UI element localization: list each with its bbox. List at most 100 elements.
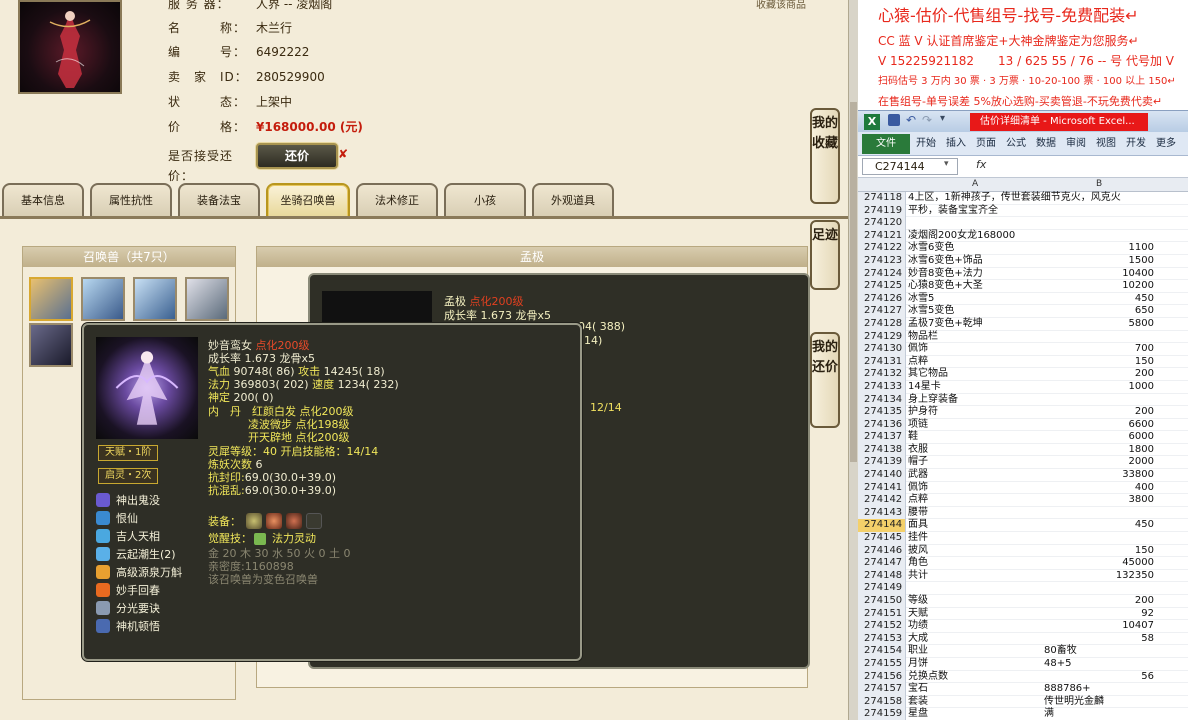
cell-a[interactable]: 帽子 [908,456,928,469]
row-number[interactable]: 274133 [858,380,906,394]
cell-a[interactable]: 角色 [908,557,928,570]
row-number[interactable]: 274128 [858,317,906,331]
cell-b[interactable]: 33800 [1044,469,1154,482]
cell-b[interactable]: 10400 [1044,268,1154,281]
sheet-row[interactable]: 274144 面具 450 [858,519,1188,533]
counter-offer-button[interactable]: 还价 [256,143,338,169]
cell-a[interactable]: 鞋 [908,431,918,444]
name-box-dropdown-icon[interactable]: ▾ [944,159,949,169]
sheet-row[interactable]: 274145 挂件 [858,532,1188,545]
row-number[interactable]: 274146 [858,544,906,558]
tab-children[interactable]: 小孩 [444,183,526,217]
row-number[interactable]: 274145 [858,532,906,545]
row-number[interactable]: 274122 [858,242,906,255]
cell-b[interactable]: 92 [1044,608,1154,621]
row-number[interactable]: 274140 [858,469,906,482]
cell-a[interactable]: 武器 [908,469,928,482]
equip-item-2-icon[interactable] [266,513,282,529]
row-number[interactable]: 274148 [858,569,906,583]
sheet-row[interactable]: 274157 宝石 888786+ [858,683,1188,696]
row-number[interactable]: 274132 [858,368,906,381]
cell-b[interactable]: 200 [1044,595,1154,608]
sheet-row[interactable]: 274135 护身符 200 [858,406,1188,419]
sheet-row[interactable]: 274154 职业 80畜牧 [858,645,1188,658]
sheet-row[interactable]: 274132 其它物品 200 [858,368,1188,381]
page-scrollbar-thumb[interactable] [850,102,857,462]
tab-equipment[interactable]: 装备法宝 [178,183,260,217]
row-number[interactable]: 274147 [858,557,906,570]
sheet-row[interactable]: 274130 佩饰 700 [858,343,1188,356]
cell-a[interactable]: 妙音8变色+法力 [908,268,983,281]
row-number[interactable]: 274134 [858,393,906,407]
sheet-row[interactable]: 274119 平秒，装备宝宝齐全 [858,204,1188,218]
tab-mounts-pets[interactable]: 坐骑召唤兽 [266,183,350,217]
sheet-row[interactable]: 274133 14星卡 1000 [858,380,1188,394]
sheet-row[interactable]: 274142 点粹 3800 [858,494,1188,507]
cell-a[interactable]: 衣服 [908,444,928,457]
cell-b[interactable]: 6000 [1044,431,1154,444]
sheet-row[interactable]: 274125 心猿8变色+大圣 10200 [858,280,1188,293]
cell-b[interactable]: 150 [1044,545,1154,558]
ribbon-tab-page[interactable]: 页面 [976,135,996,153]
cell-a[interactable]: 功绩 [908,620,928,633]
cell-b[interactable]: 200 [1044,406,1154,419]
cell-a[interactable]: 护身符 [908,406,938,419]
ribbon-tab-file[interactable]: 文件 [862,134,910,154]
cell-a[interactable]: 面具 [908,519,928,532]
cell-b[interactable]: 700 [1044,343,1154,356]
sheet-row[interactable]: 274141 佩饰 400 [858,481,1188,495]
sheet-row[interactable]: 274159 星盘 满 [858,708,1188,720]
row-number[interactable]: 274136 [858,418,906,432]
row-number[interactable]: 274157 [858,683,906,696]
row-number[interactable]: 274127 [858,305,906,318]
cell-a[interactable]: 佩饰 [908,343,928,356]
sheet-row[interactable]: 274128 孟极7变色+乾坤 5800 [858,317,1188,331]
row-number[interactable]: 274129 [858,330,906,344]
tab-attributes[interactable]: 属性抗性 [90,183,172,217]
cell-a[interactable]: 平秒，装备宝宝齐全 [908,205,998,218]
cell-a[interactable]: 点粹 [908,356,928,369]
cell-a[interactable]: 宝石 [908,683,928,696]
redo-icon[interactable]: ↷ [922,113,932,127]
cell-a[interactable]: 大成 [908,633,928,646]
row-number[interactable]: 274118 [858,192,906,205]
cell-b[interactable]: 58 [1044,633,1154,646]
sheet-row[interactable]: 274156 兑换点数 56 [858,670,1188,684]
tab-spell-mods[interactable]: 法术修正 [356,183,438,217]
cell-b[interactable]: 56 [1044,671,1154,684]
pet-thumb-5[interactable] [29,323,73,367]
cell-a[interactable]: 凌烟阁200女龙168000 [908,230,1015,243]
cell-b[interactable]: 1800 [1044,444,1154,457]
equip-item-1-icon[interactable] [246,513,262,529]
cell-b[interactable]: 1100 [1044,242,1154,255]
row-number[interactable]: 274153 [858,632,906,646]
cell-b[interactable]: 400 [1044,482,1154,495]
cell-a[interactable]: 挂件 [908,532,928,545]
cell-b[interactable]: 10200 [1044,280,1154,293]
row-number[interactable]: 274130 [858,343,906,356]
row-number[interactable]: 274141 [858,481,906,495]
sheet-row[interactable]: 274134 身上穿装备 [858,393,1188,407]
sheet-row[interactable]: 274143 腰带 [858,506,1188,520]
cell-a[interactable]: 披风 [908,545,928,558]
row-number[interactable]: 274158 [858,695,906,709]
cell-a[interactable]: 天赋 [908,608,928,621]
cell-b[interactable]: 888786+ [1044,683,1154,696]
row-number[interactable]: 274159 [858,708,906,720]
ribbon-tab-formulas[interactable]: 公式 [1006,135,1026,153]
sheet-row[interactable]: 274137 鞋 6000 [858,431,1188,444]
row-number[interactable]: 274123 [858,254,906,268]
sheet-row[interactable]: 274138 衣服 1800 [858,443,1188,457]
cell-b[interactable]: 650 [1044,305,1154,318]
row-number[interactable]: 274154 [858,645,906,658]
cell-b[interactable]: 3800 [1044,494,1154,507]
sheet-row[interactable]: 274121 凌烟阁200女龙168000 [858,229,1188,243]
sheet-row[interactable]: 274147 角色 45000 [858,557,1188,570]
row-number[interactable]: 274149 [858,582,906,595]
sheet-row[interactable]: 274129 物品栏 [858,330,1188,344]
cell-a[interactable]: 腰带 [908,507,928,520]
ribbon-tab-data[interactable]: 数据 [1036,135,1056,153]
row-number[interactable]: 274143 [858,506,906,520]
row-number[interactable]: 274142 [858,494,906,507]
cell-b[interactable]: 80畜牧 [1044,645,1154,658]
